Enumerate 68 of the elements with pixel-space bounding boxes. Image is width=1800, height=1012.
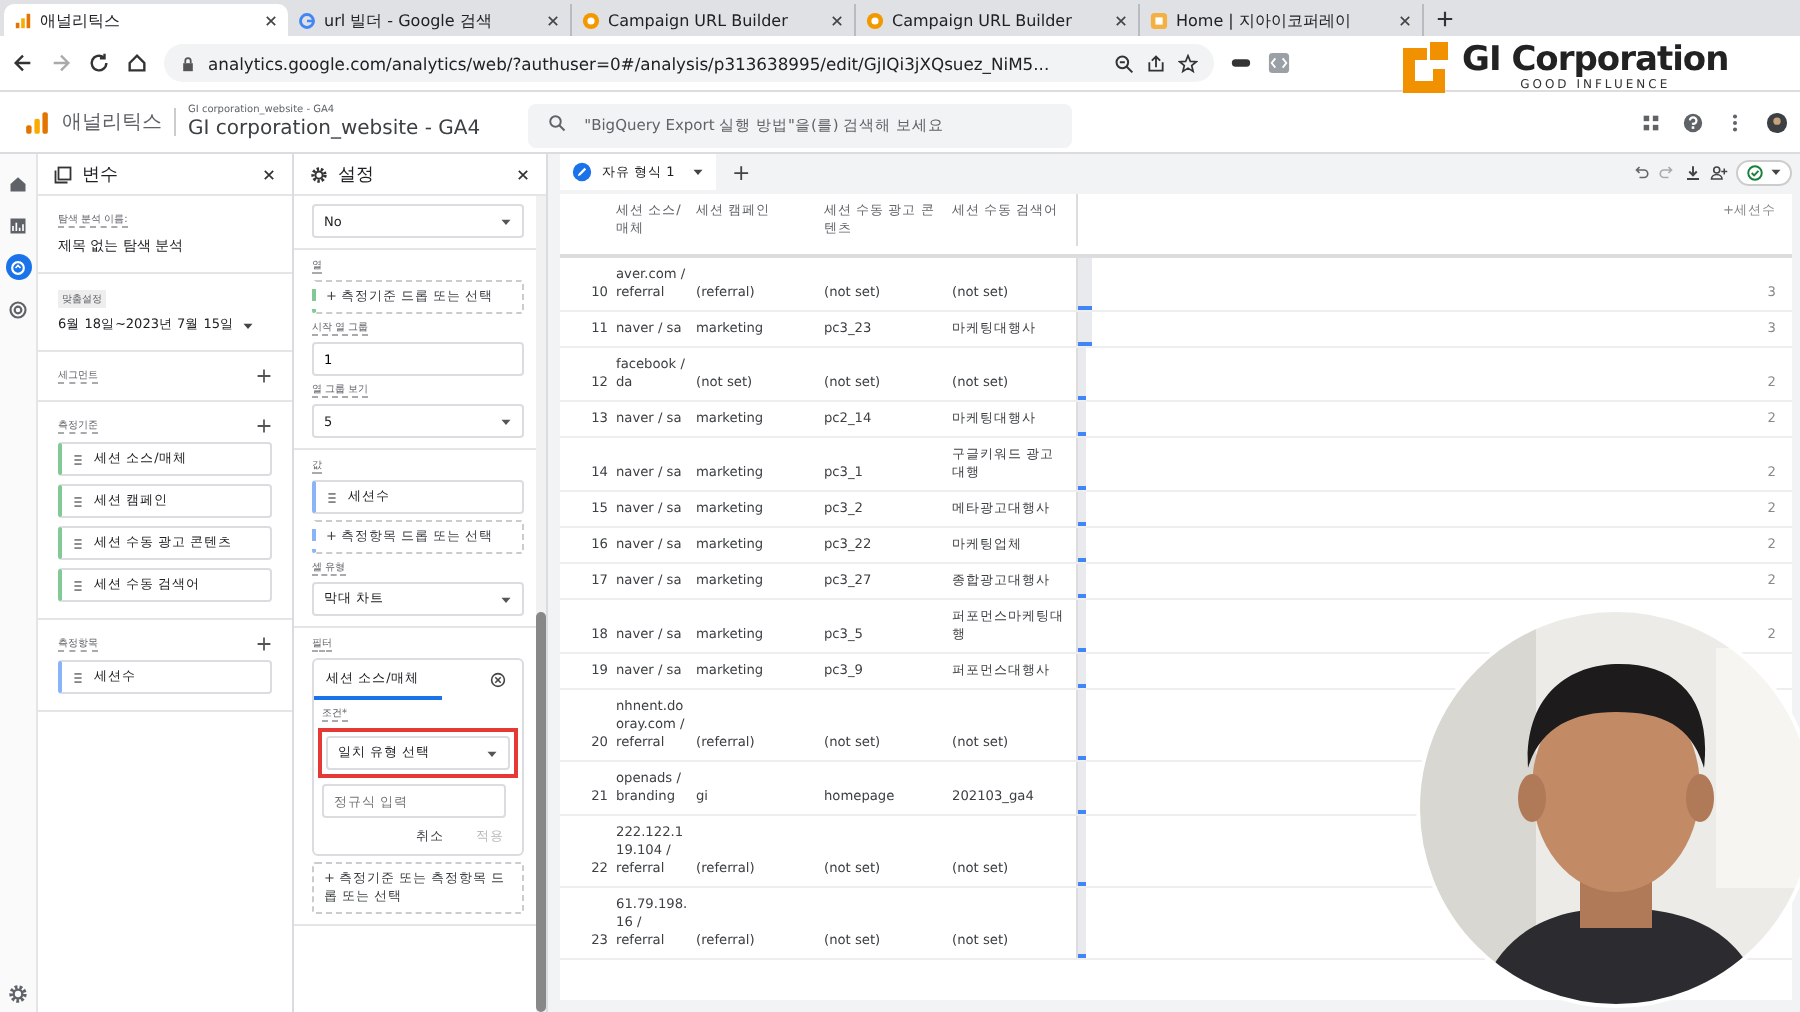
search-icon: [548, 113, 567, 131]
download-icon[interactable]: [1684, 163, 1702, 181]
add-icon[interactable]: [256, 368, 272, 384]
close-icon[interactable]: [1114, 13, 1128, 27]
close-icon[interactable]: [1398, 13, 1412, 27]
close-icon[interactable]: [262, 167, 276, 181]
caret-icon: [486, 747, 498, 759]
google-icon: [298, 11, 316, 29]
clear-icon[interactable]: [490, 671, 506, 687]
star-icon[interactable]: [1178, 53, 1198, 73]
add-person-icon[interactable]: [1710, 163, 1728, 181]
address-bar[interactable]: analytics.google.com/analytics/web/?authuser=0#/analysis/p313638995/edit/GjIQi3jXQsuez_NiM5...: [164, 44, 1214, 82]
browser-tab[interactable]: Campaign URL Builder: [856, 4, 1140, 36]
avatar[interactable]: [1766, 111, 1788, 133]
share-icon[interactable]: [1146, 53, 1166, 73]
drag-handle-icon: [74, 537, 82, 549]
drag-handle-icon: [74, 495, 82, 507]
check-icon: [1746, 163, 1764, 181]
new-tab-icon[interactable]: [1436, 10, 1454, 28]
analytics-icon[interactable]: [24, 109, 50, 135]
site-icon: [1150, 11, 1168, 29]
home-icon[interactable]: [126, 52, 148, 74]
add-tab-button[interactable]: +: [724, 159, 759, 185]
browser-tab[interactable]: url 빌더 - Google 검색: [288, 4, 572, 36]
close-icon[interactable]: [830, 13, 844, 27]
caret-icon: [692, 166, 704, 178]
browser-tab[interactable]: 애널리틱스: [4, 4, 288, 36]
add-icon[interactable]: [256, 636, 272, 652]
caret-icon: [500, 415, 512, 427]
caret-icon: [1770, 166, 1782, 178]
drag-handle-icon: [74, 671, 82, 683]
caret-icon: [500, 593, 512, 605]
target-icon: [8, 299, 28, 319]
analytics-icon: [14, 11, 32, 29]
nav-item[interactable]: [5, 296, 31, 322]
drag-handle-icon: [74, 579, 82, 591]
add-icon[interactable]: [256, 418, 272, 434]
drag-handle-icon: [74, 453, 82, 465]
panel-title: 변수: [82, 163, 120, 187]
browser-tab[interactable]: Home | 지아이코퍼레이: [1140, 4, 1424, 36]
property-selector[interactable]: GI corporation_website - GA4: [188, 115, 481, 141]
caret-icon: [500, 215, 512, 227]
apps-icon[interactable]: [1640, 111, 1662, 133]
explore-icon: [8, 257, 28, 277]
back-icon[interactable]: [12, 52, 34, 74]
help-icon[interactable]: [1682, 111, 1704, 133]
nav-item[interactable]: [5, 254, 31, 280]
code-icon[interactable]: [1268, 52, 1290, 74]
variables-icon: [54, 165, 72, 183]
status-dropdown[interactable]: [1736, 159, 1792, 185]
panel-title: 설정: [338, 163, 376, 187]
close-icon[interactable]: [516, 167, 530, 181]
scrollbar[interactable]: [536, 196, 546, 1012]
settings-icon: [310, 165, 328, 183]
pencil-icon: [572, 162, 592, 182]
lock-icon: [180, 55, 196, 71]
chart-icon: [8, 215, 28, 235]
drag-handle-icon: [328, 491, 336, 503]
home-icon: [8, 173, 28, 193]
settings-icon[interactable]: [8, 984, 28, 1004]
product-name: 애널리틱스: [62, 108, 176, 136]
browser-tab[interactable]: Campaign URL Builder: [572, 4, 856, 36]
close-icon[interactable]: [264, 13, 278, 27]
zoom-icon[interactable]: [1114, 53, 1134, 73]
close-icon[interactable]: [546, 13, 560, 27]
undo-icon[interactable]: [1632, 163, 1650, 181]
caret-icon: [242, 319, 254, 331]
reload-icon[interactable]: [88, 52, 110, 74]
